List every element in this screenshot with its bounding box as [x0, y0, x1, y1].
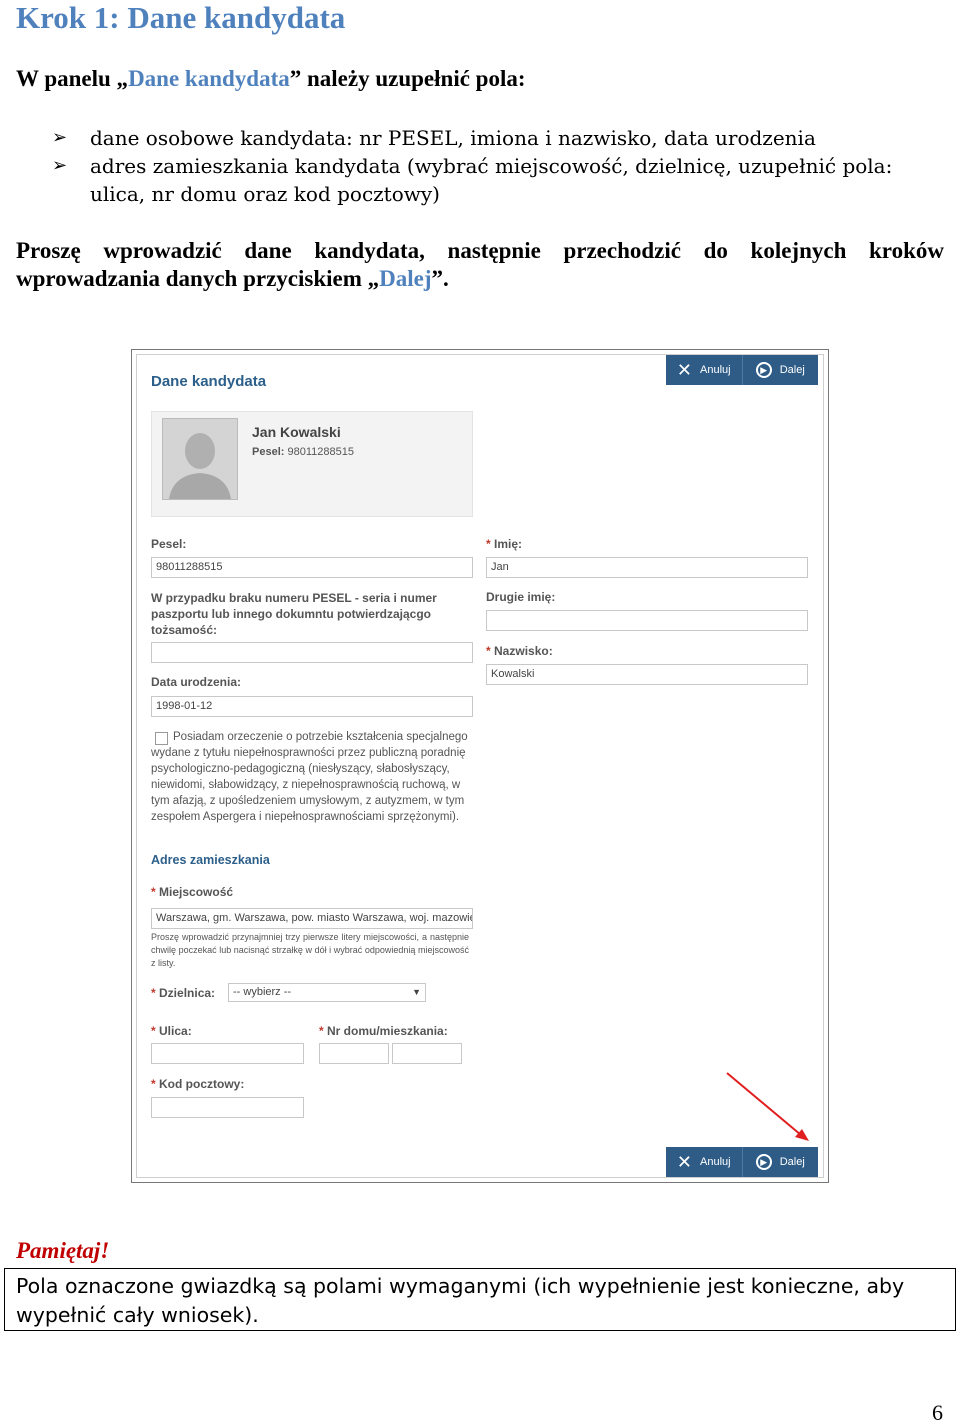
house-number-input[interactable] [319, 1043, 389, 1064]
passport-label: W przypadku braku numeru PESEL - seria i… [151, 591, 437, 637]
city-hint: Proszę wprowadzić przynajmniej trzy pier… [151, 932, 469, 968]
postal-code-label-text: Kod pocztowy: [159, 1077, 245, 1091]
second-name-label: Drugie imię: [486, 590, 556, 604]
bullet-text: adres zamieszkania kandydata (wybrać mie… [90, 154, 893, 206]
last-name-input[interactable]: Kowalski [486, 664, 808, 685]
postal-code-label: * Kod pocztowy: [151, 1077, 244, 1091]
form-screenshot: Dane kandydata ✕ Anuluj ▶ Dalej Jan Kowa… [131, 349, 829, 1183]
required-mark: * [486, 537, 491, 551]
district-label-text: Dzielnica: [159, 986, 216, 1000]
profile-pesel-label: Pesel: [252, 446, 285, 458]
profile-pesel: Pesel: 98011288515 [252, 446, 354, 458]
house-number-label-text: Nr domu/mieszkania: [327, 1024, 448, 1038]
profile-card: Jan Kowalski Pesel: 98011288515 [151, 411, 473, 517]
required-mark: * [151, 1024, 156, 1038]
first-name-label-text: Imię: [494, 537, 523, 551]
last-name-label-text: Nazwisko: [494, 644, 553, 658]
cancel-button-top[interactable]: ✕ Anuluj [666, 355, 742, 385]
address-section-title: Adres zamieszkania [151, 853, 270, 867]
flat-number-input[interactable] [392, 1043, 462, 1064]
birth-date-label: Data urodzenia: [151, 675, 242, 689]
intro-line: W panelu „Dane kandydata” należy uzupełn… [16, 66, 526, 92]
note-title: Pamiętaj! [16, 1238, 110, 1263]
avatar-icon [162, 418, 238, 500]
district-select-value: -- wybierz -- [233, 986, 292, 998]
bullet-arrow-icon: ➢ [52, 155, 68, 176]
district-label: * Dzielnica: [151, 986, 215, 1000]
next-label: Dalej [779, 1156, 805, 1168]
intro-prefix: W panelu „ [16, 66, 129, 91]
required-mark: * [151, 1077, 156, 1091]
cancel-label: Anuluj [700, 1156, 731, 1168]
cancel-x-icon: ✕ [676, 359, 692, 381]
form-panel: Dane kandydata ✕ Anuluj ▶ Dalej Jan Kowa… [136, 354, 824, 1178]
instruction-paragraph: Proszę wprowadzić dane kandydata, następ… [16, 237, 944, 293]
intro-panel-name: Dane kandydata [128, 66, 290, 91]
instruction-line-1: Proszę wprowadzić dane kandydata, następ… [16, 238, 944, 263]
page-heading: Krok 1: Dane kandydata [16, 0, 346, 35]
required-mark: * [151, 986, 156, 1000]
first-name-label: * Imię: [486, 537, 522, 551]
next-button-bottom[interactable]: ▶ Dalej [741, 1147, 819, 1177]
next-circle-icon: ▶ [755, 362, 772, 378]
second-name-input[interactable] [486, 610, 808, 631]
cancel-button-bottom[interactable]: ✕ Anuluj [666, 1147, 742, 1177]
house-number-label: * Nr domu/mieszkania: [319, 1024, 448, 1038]
passport-input[interactable] [151, 642, 473, 663]
note-box: Pola oznaczone gwiazdką są polami wymaga… [4, 1268, 956, 1331]
street-input[interactable] [151, 1043, 304, 1064]
profile-pesel-value: 98011288515 [287, 446, 354, 458]
bottom-button-bar: ✕ Anuluj ▶ Dalej [666, 1147, 818, 1177]
dropdown-caret-icon: ▼ [412, 987, 421, 997]
required-mark: * [319, 1024, 324, 1038]
intro-suffix: ” należy uzupełnić pola: [289, 66, 526, 91]
required-mark: * [151, 885, 156, 899]
district-select[interactable]: -- wybierz -- ▼ [228, 983, 426, 1002]
street-label: * Ulica: [151, 1024, 192, 1038]
instruction-button-name: Dalej [379, 266, 432, 291]
bullet-arrow-icon: ➢ [52, 127, 68, 148]
bullet-item: ➢ adres zamieszkania kandydata (wybrać m… [52, 152, 952, 208]
birth-date-input[interactable]: 1998-01-12 [151, 696, 473, 717]
pesel-label: Pesel: [151, 537, 187, 551]
city-input[interactable]: Warszawa, gm. Warszawa, pow. miasto Wars… [151, 908, 473, 929]
instruction-line-2: wprowadzania danych przyciskiem „Dalej”. [16, 266, 449, 291]
profile-name: Jan Kowalski [252, 424, 341, 440]
street-label-text: Ulica: [159, 1024, 192, 1038]
first-name-input[interactable]: Jan [486, 557, 808, 578]
next-circle-icon: ▶ [755, 1154, 772, 1170]
next-label: Dalej [779, 364, 805, 376]
pesel-input[interactable]: 98011288515 [151, 557, 473, 578]
red-pointer-arrow [726, 1072, 809, 1141]
page-number: 6 [932, 1400, 943, 1425]
postal-code-input[interactable] [151, 1097, 304, 1118]
city-label: * Miejscowość [151, 885, 233, 899]
cancel-x-icon: ✕ [676, 1151, 692, 1173]
cancel-label: Anuluj [700, 364, 731, 376]
instruction-line-2-end: ”. [431, 266, 449, 291]
last-name-label: * Nazwisko: [486, 644, 553, 658]
disability-checkbox-label: Posiadam orzeczenie o potrzebie kształce… [151, 731, 468, 823]
instruction-line-2-text: wprowadzania danych przyciskiem „ [16, 266, 380, 291]
top-button-bar: ✕ Anuluj ▶ Dalej [666, 355, 818, 385]
city-label-text: Miejscowość [159, 885, 234, 899]
form-title: Dane kandydata [151, 373, 267, 390]
next-button-top[interactable]: ▶ Dalej [741, 355, 819, 385]
bullet-text: dane osobowe kandydata: nr PESEL, imiona… [90, 126, 816, 150]
bullet-list: ➢ dane osobowe kandydata: nr PESEL, imio… [52, 124, 952, 208]
bullet-item: ➢ dane osobowe kandydata: nr PESEL, imio… [52, 124, 952, 152]
required-mark: * [486, 644, 491, 658]
